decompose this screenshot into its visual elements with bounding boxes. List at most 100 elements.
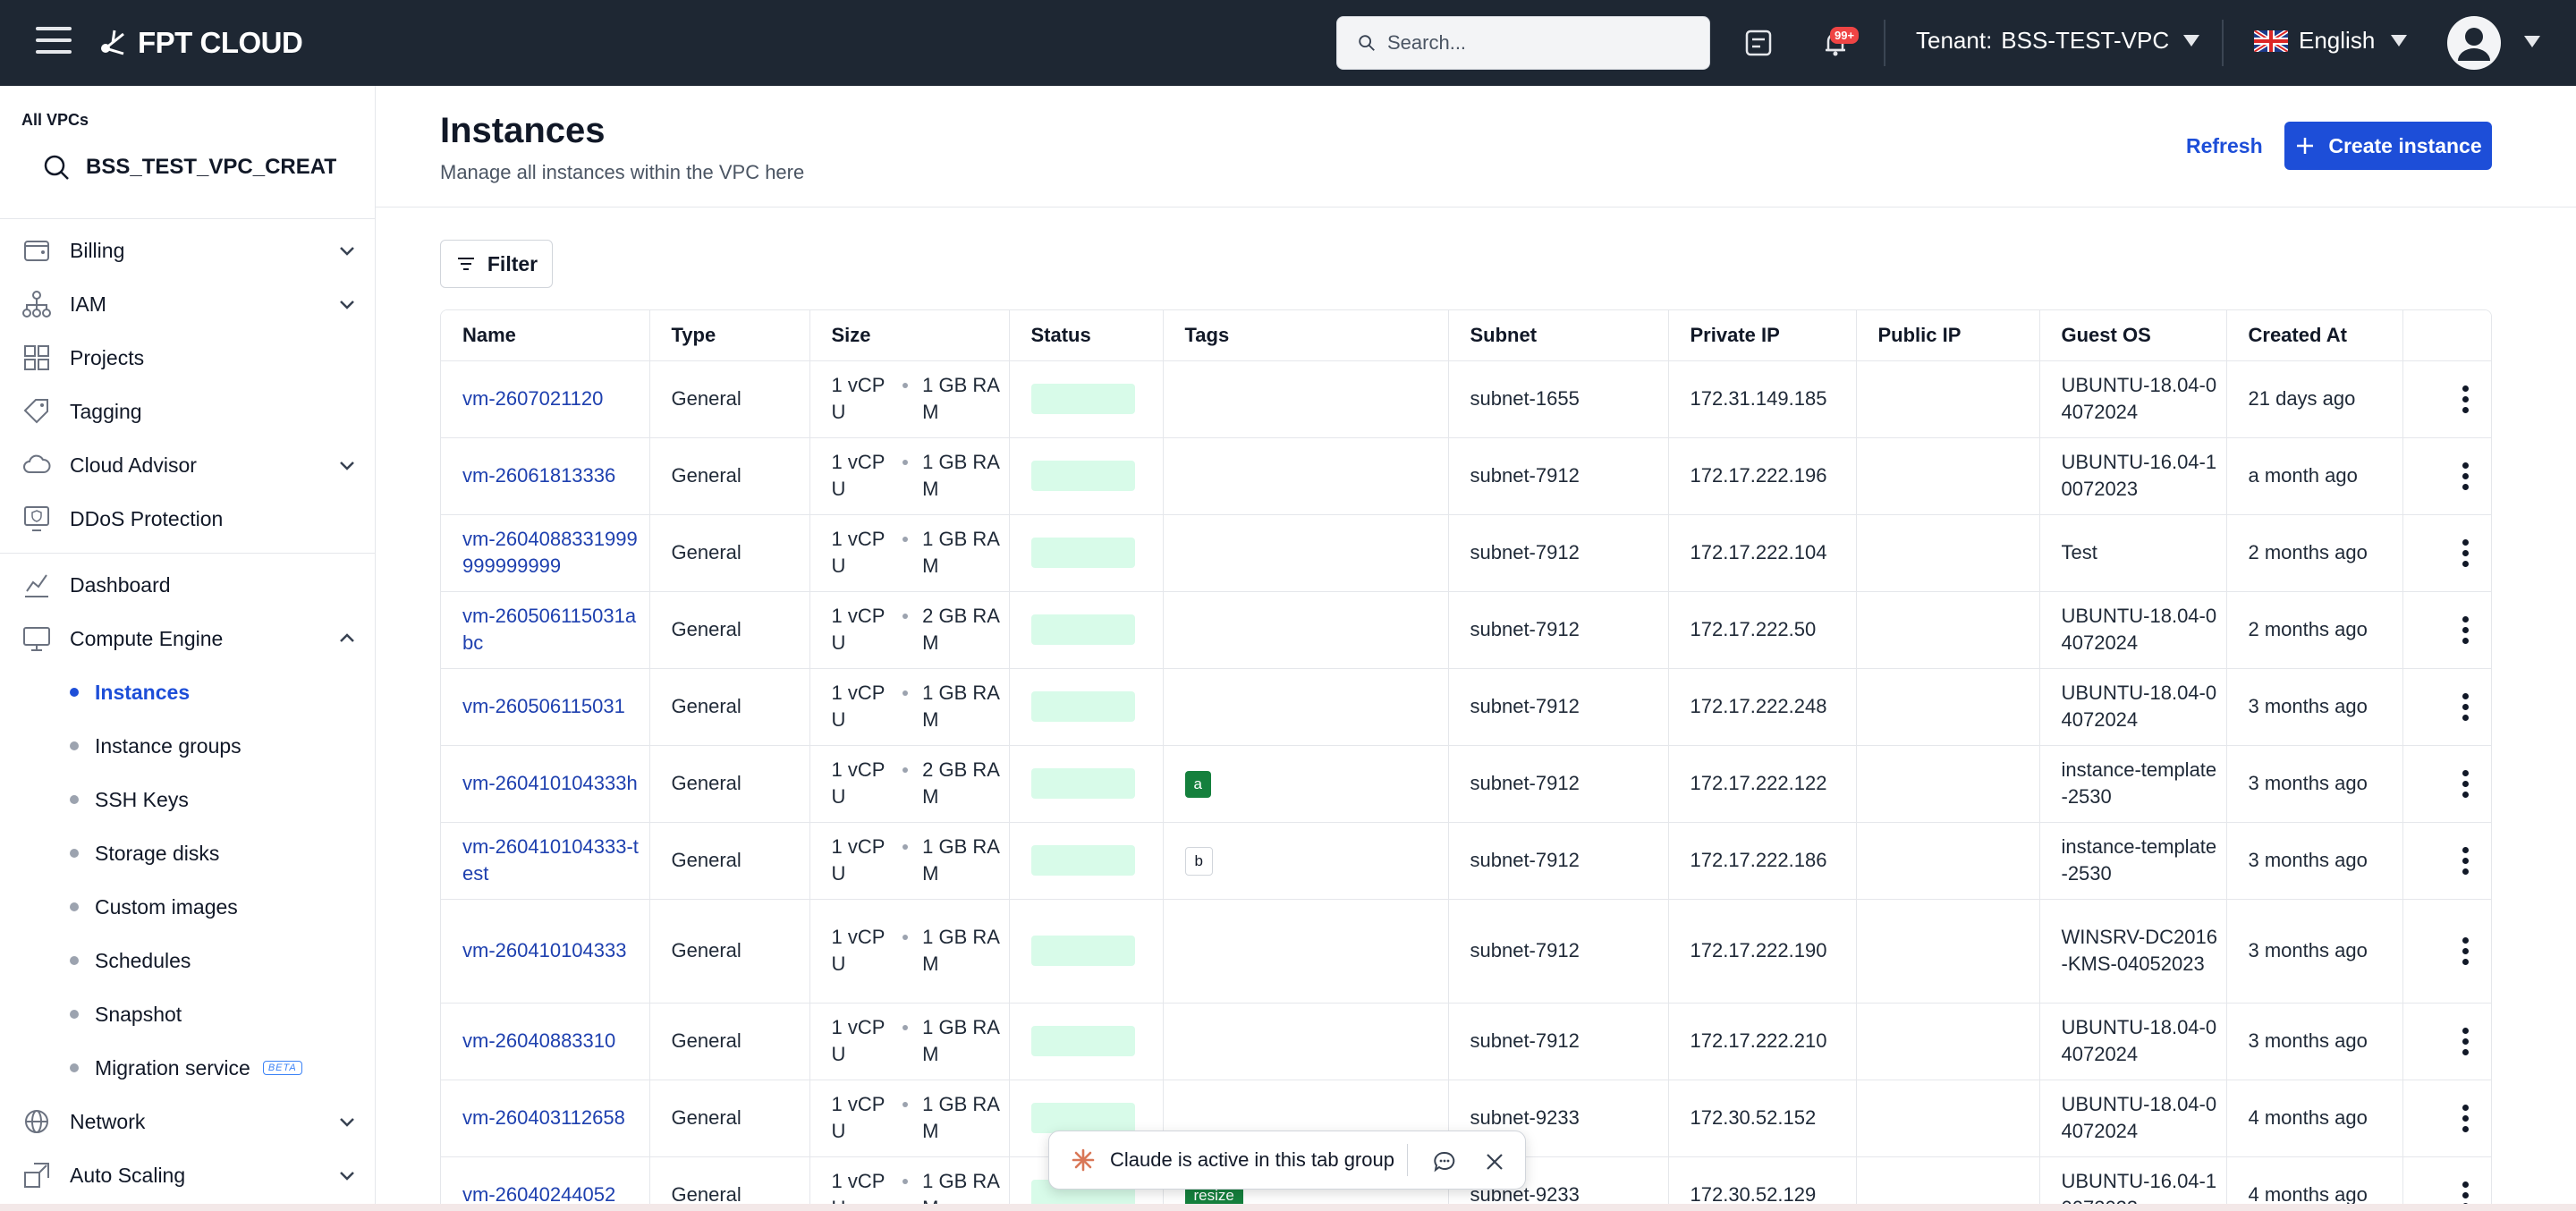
language-selector[interactable]: English	[2254, 27, 2408, 55]
more-options-icon[interactable]	[2462, 769, 2470, 798]
table-row[interactable]: vm-260506115031 General 1 vCPU 1 GB RAM subn…	[441, 668, 2491, 746]
cell-created-at: 4 months ago	[2226, 1080, 2403, 1157]
instance-link[interactable]: vm-2607021120	[462, 387, 603, 410]
filter-button[interactable]: Filter	[440, 240, 553, 288]
sidebar-item-auto-scaling[interactable]: Auto Scaling	[21, 1154, 358, 1197]
chevron-down-icon[interactable]	[336, 240, 358, 261]
ram-value: 1 GB RAM	[922, 682, 1000, 731]
avatar-caret-down-icon[interactable]	[2524, 36, 2540, 47]
close-icon[interactable]	[1484, 1151, 1505, 1173]
chevron-down-icon[interactable]	[336, 454, 358, 476]
vpc-selector[interactable]: BSS_TEST_VPC_CREATE	[41, 145, 336, 190]
column-header-tags[interactable]: Tags	[1163, 310, 1449, 361]
more-options-icon[interactable]	[2462, 462, 2470, 490]
tag-badge[interactable]: a	[1184, 771, 1211, 798]
user-avatar[interactable]	[2447, 16, 2501, 70]
refresh-button[interactable]: Refresh	[2186, 134, 2263, 158]
table-row[interactable]: vm-26061813336 General 1 vCPU 1 GB RAM subne…	[441, 437, 2491, 515]
sidebar-item-migration-service[interactable]: Migration service BETA	[70, 1048, 302, 1088]
chevron-down-icon[interactable]	[336, 293, 358, 315]
instance-link[interactable]: vm-260410104333-test	[462, 835, 639, 885]
cell-type: General	[649, 514, 810, 592]
instance-link[interactable]: vm-260403112658	[462, 1106, 625, 1129]
table-row[interactable]: vm-260410104333 General 1 vCPU 1 GB RAM subn…	[441, 899, 2491, 1004]
sidebar-item-tagging[interactable]: Tagging	[21, 390, 358, 433]
sidebar-item-instance-groups[interactable]: Instance groups	[70, 726, 242, 766]
cell-tags	[1163, 437, 1449, 515]
sidebar-item-custom-images[interactable]: Custom images	[70, 887, 238, 927]
table-row[interactable]: vm-260506115031abc General 1 vCPU 2 GB RAM s…	[441, 591, 2491, 669]
column-header-created-at[interactable]: Created At	[2226, 310, 2403, 361]
separator-dot-icon	[902, 1025, 909, 1030]
sidebar-item-compute-engine[interactable]: Compute Engine	[21, 617, 358, 660]
sidebar-item-storage-disks[interactable]: Storage disks	[70, 834, 219, 873]
column-header-type[interactable]: Type	[649, 310, 810, 361]
search-icon	[44, 155, 69, 180]
more-options-icon[interactable]	[2462, 692, 2470, 721]
table-row[interactable]: vm-26040883310 General 1 vCPU 1 GB RAM subne…	[441, 1003, 2491, 1080]
chevron-down-icon[interactable]	[336, 1111, 358, 1132]
sidebar-item-schedules[interactable]: Schedules	[70, 941, 191, 980]
hamburger-menu-icon[interactable]	[36, 27, 72, 59]
sidebar-item-billing[interactable]: Billing	[21, 229, 358, 272]
instance-link[interactable]: vm-2604088331999999999999	[462, 528, 638, 577]
sidebar-item-cloud-advisor[interactable]: Cloud Advisor	[21, 444, 358, 487]
column-header-private-ip[interactable]: Private IP	[1668, 310, 1857, 361]
task-list-icon[interactable]	[1741, 25, 1776, 61]
cell-size: 1 vCPU 1 GB RAM	[809, 1003, 1010, 1080]
sidebar-item-projects[interactable]: Projects	[21, 336, 358, 379]
column-header-name[interactable]: Name	[441, 310, 650, 361]
sidebar-item-ssh-keys[interactable]: SSH Keys	[70, 780, 189, 819]
column-header-size[interactable]: Size	[809, 310, 1010, 361]
more-options-icon[interactable]	[2462, 615, 2470, 644]
sidebar-item-label: Billing	[70, 238, 125, 262]
more-options-icon[interactable]	[2462, 846, 2470, 875]
column-header-public-ip[interactable]: Public IP	[1856, 310, 2040, 361]
instance-link[interactable]: vm-26061813336	[462, 464, 615, 487]
column-header-subnet[interactable]: Subnet	[1448, 310, 1669, 361]
table-row[interactable]: vm-260410104333-test General 1 vCPU 1 GB RA…	[441, 822, 2491, 900]
more-options-icon[interactable]	[2462, 1027, 2470, 1055]
sidebar-item-label: Storage disks	[95, 841, 220, 865]
instance-link[interactable]: vm-260410104333	[462, 939, 626, 961]
instance-link[interactable]: vm-260506115031abc	[462, 605, 636, 654]
chevron-down-icon[interactable]	[336, 1164, 358, 1186]
tenant-selector[interactable]: Tenant: BSS-TEST-VPC	[1916, 27, 2200, 55]
cell-tags	[1163, 514, 1449, 592]
more-options-icon[interactable]	[2462, 1104, 2470, 1132]
instance-link[interactable]: vm-260506115031	[462, 695, 625, 717]
sidebar-item-iam[interactable]: IAM	[21, 283, 358, 326]
cell-size: 1 vCPU 1 GB RAM	[809, 360, 1010, 438]
cell-size: 1 vCPU 1 GB RAM	[809, 437, 1010, 515]
instance-link[interactable]: vm-26040883310	[462, 1029, 615, 1052]
tag-badge[interactable]: b	[1184, 846, 1213, 876]
table-row[interactable]: vm-2604088331999999999999 General 1 vCPU 1 …	[441, 514, 2491, 592]
more-options-icon[interactable]	[2462, 936, 2470, 965]
table-row[interactable]: vm-260410104333h General 1 vCPU 2 GB RAM a su…	[441, 745, 2491, 823]
global-search[interactable]	[1336, 16, 1710, 70]
cell-actions	[2402, 514, 2491, 592]
sidebar-item-network[interactable]: Network	[21, 1100, 358, 1143]
sidebar-item-ddos-protection[interactable]: DDoS Protection	[21, 497, 358, 540]
brand-logo[interactable]: FPT CLOUD	[97, 23, 303, 63]
sidebar-item-snapshot[interactable]: Snapshot	[70, 995, 182, 1034]
search-input[interactable]	[1387, 31, 1691, 55]
chat-bubble-icon[interactable]	[1432, 1149, 1457, 1174]
column-header-actions	[2402, 310, 2491, 361]
table-row[interactable]: vm-2607021120 General 1 vCPU 1 GB RAM subnet…	[441, 360, 2491, 438]
create-instance-button[interactable]: Create instance	[2284, 122, 2492, 170]
cell-private-ip: 172.17.222.248	[1668, 668, 1857, 746]
chevron-up-icon[interactable]	[336, 628, 358, 649]
column-header-status[interactable]: Status	[1009, 310, 1164, 361]
cpu-value: 1 vCPU	[831, 926, 886, 975]
instance-link[interactable]: vm-260410104333h	[462, 772, 638, 794]
more-options-icon[interactable]	[2462, 538, 2470, 567]
instance-link[interactable]: vm-26040244052	[462, 1183, 615, 1206]
more-options-icon[interactable]	[2462, 385, 2470, 413]
cell-type: General	[649, 1156, 810, 1211]
sidebar-item-dashboard[interactable]: Dashboard	[21, 563, 358, 606]
column-header-guest-os[interactable]: Guest OS	[2039, 310, 2227, 361]
sidebar-item-instances[interactable]: Instances	[70, 673, 190, 712]
sidebar-item-label: Instance groups	[95, 733, 242, 758]
claude-logo-icon	[1072, 1148, 1095, 1172]
